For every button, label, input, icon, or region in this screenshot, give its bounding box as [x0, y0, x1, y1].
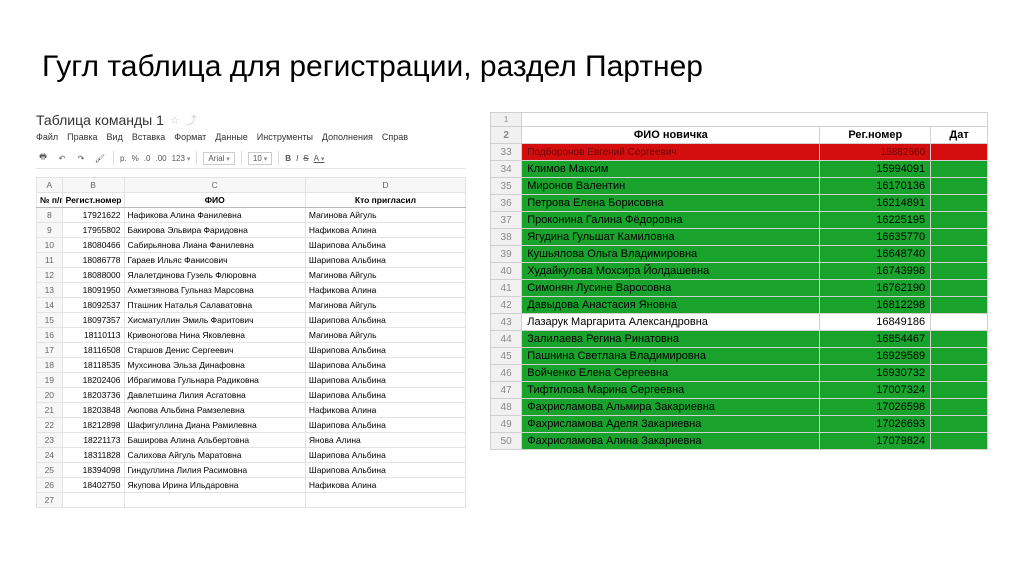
doc-title-bar: Таблица команды 1 ☆ ⤴	[36, 112, 466, 128]
format-dec-dec[interactable]: .0	[144, 154, 151, 163]
table-row[interactable]: 1818118535Мухсинова Эльза ДинафовнаШарип…	[37, 358, 466, 373]
table-row[interactable]: 1518097357Хисматуллин Эмиль ФаритовичШар…	[37, 313, 466, 328]
table-row[interactable]: 1918202406Ибрагимова Гульнара РадиковнаШ…	[37, 373, 466, 388]
table-row[interactable]: 1118086778Гараев Ильяс ФанисовичШарипова…	[37, 253, 466, 268]
table-row[interactable]: 35Миронов Валентин16170136	[491, 178, 988, 195]
table-row[interactable]: 37Проконина Галина Фёдоровна16225195	[491, 212, 988, 229]
left-table[interactable]: ABCD № п/пРегист.номерФИОКто пригласил81…	[36, 177, 466, 508]
table-row[interactable]: 38Ягудина Гульшат Камиловна16635770	[491, 229, 988, 246]
italic-button[interactable]: I	[296, 154, 298, 163]
strike-button[interactable]: S	[303, 154, 308, 163]
table-row[interactable]: 1418092537Пташник Наталья СалаватовнаМаг…	[37, 298, 466, 313]
col-A[interactable]: A	[37, 178, 63, 193]
menu-Правка[interactable]: Правка	[67, 132, 97, 142]
menu-Вставка[interactable]: Вставка	[132, 132, 165, 142]
table-row[interactable]: 2418311828Салихова Айгуль МаратовнаШарип…	[37, 448, 466, 463]
redo-icon[interactable]: ↷	[74, 151, 88, 165]
toolbar: 🖶 ↶ ↷ 🖌 р. % .0 .00 123 Arial 10 B I S A	[36, 148, 466, 169]
table-row[interactable]: 2618402750Якупова Ирина ИльдаровнаНафико…	[37, 478, 466, 493]
table-row[interactable]: 42Давыдова Анастасия Яновна16812298	[491, 297, 988, 314]
left-spreadsheet: Таблица команды 1 ☆ ⤴ Файл Правка Вид Встав…	[36, 112, 466, 508]
menu-Формат[interactable]: Формат	[174, 132, 206, 142]
doc-title[interactable]: Таблица команды 1	[36, 112, 164, 128]
table-row[interactable]: 2518394098Гиндуллина Лилия РасимовнаШари…	[37, 463, 466, 478]
format-currency[interactable]: р.	[120, 154, 127, 163]
menu-Дополнения[interactable]: Дополнения	[322, 132, 373, 142]
table-row[interactable]: 40Худайкулова Мохсира Йолдашевна16743998	[491, 263, 988, 280]
format-dec-inc[interactable]: .00	[155, 154, 166, 163]
page-title: Гугл таблица для регистрации, раздел Пар…	[42, 50, 988, 84]
table-row[interactable]: 817921622Нафикова Алина ФанилевнаМагинов…	[37, 208, 466, 223]
table-row[interactable]: 2018203736Давлетшина Лилия АсгатовнаШари…	[37, 388, 466, 403]
table-row[interactable]: 2118203848Аюпова Альбина РамзелевнаНафик…	[37, 403, 466, 418]
menu-bar: Файл Правка Вид Вставка Формат Данные Инструме…	[36, 132, 466, 142]
table-row[interactable]: 1018080466Сабирьянова Лиана ФанилевнаШар…	[37, 238, 466, 253]
table-row[interactable]: 1318091950Ахметзянова Гульназ МарсовнаНа…	[37, 283, 466, 298]
text-color-button[interactable]: A	[314, 154, 325, 163]
format-percent[interactable]: %	[132, 154, 139, 163]
paint-icon[interactable]: 🖌	[93, 151, 107, 165]
menu-Данные[interactable]: Данные	[215, 132, 248, 142]
table-row[interactable]: 47Тифтилова Марина Сергеевна17007324	[491, 382, 988, 399]
table-row[interactable]: 2218212898Шафигуллина Диана РамилевнаШар…	[37, 418, 466, 433]
table-row[interactable]: 39Кушьялова Ольга Владимировна16648740	[491, 246, 988, 263]
star-icon[interactable]: ☆	[170, 114, 180, 127]
table-row[interactable]: 45Пашнина Светлана Владимировна16929589	[491, 348, 988, 365]
menu-Справ[interactable]: Справ	[382, 132, 408, 142]
table-row[interactable]: 33Подборонов Евгений Сергеевич15882660	[491, 144, 988, 161]
menu-Вид[interactable]: Вид	[107, 132, 123, 142]
table-row[interactable]: 34Климов Максим15994091	[491, 161, 988, 178]
move-icon[interactable]: ⤴	[186, 112, 197, 128]
table-row[interactable]: 44Залилаева Регина Ринатовна16854467	[491, 331, 988, 348]
print-icon[interactable]: 🖶	[36, 151, 50, 165]
table-row[interactable]: 1218088000Ялалетдинова Гузель ФлюровнаМа…	[37, 268, 466, 283]
format-more[interactable]: 123	[172, 154, 191, 163]
table-row[interactable]: 46Войченко Елена Сергеевна16930732	[491, 365, 988, 382]
table-row[interactable]: 48Фахрисламова Альмира Закариевна1702659…	[491, 399, 988, 416]
col-B[interactable]: B	[62, 178, 124, 193]
undo-icon[interactable]: ↶	[55, 151, 69, 165]
col-D[interactable]: D	[305, 178, 465, 193]
table-row[interactable]: 917955802Бакирова Эльвира ФаридовнаНафик…	[37, 223, 466, 238]
right-table[interactable]: 12ФИО новичкаРег.номерДат33Подборонов Ев…	[490, 112, 988, 450]
table-row[interactable]: 41Симонян Лусине Варосовна16762190	[491, 280, 988, 297]
table-row[interactable]: 2318221173Баширова Алина АльбертовнаЯнов…	[37, 433, 466, 448]
menu-Файл[interactable]: Файл	[36, 132, 58, 142]
table-row[interactable]: 36Петрова Елена Борисовна16214891	[491, 195, 988, 212]
table-row[interactable]: 49Фахрисламова Аделя Закариевна17026693	[491, 416, 988, 433]
bold-button[interactable]: B	[285, 154, 291, 163]
col-C[interactable]: C	[124, 178, 305, 193]
font-select[interactable]: Arial	[203, 152, 234, 165]
fontsize-select[interactable]: 10	[248, 152, 272, 165]
table-row[interactable]: 50Фахрисламова Алина Закариевна17079824	[491, 433, 988, 450]
table-row[interactable]: 43Лазарук Маргарита Александровна1684918…	[491, 314, 988, 331]
table-row[interactable]: 1718116508Старшов Денис СергеевичШарипов…	[37, 343, 466, 358]
menu-Инструменты[interactable]: Инструменты	[257, 132, 313, 142]
right-spreadsheet: 12ФИО новичкаРег.номерДат33Подборонов Ев…	[490, 112, 988, 450]
table-row[interactable]: 1618110113Кривоногова Нина ЯковлевнаМаги…	[37, 328, 466, 343]
